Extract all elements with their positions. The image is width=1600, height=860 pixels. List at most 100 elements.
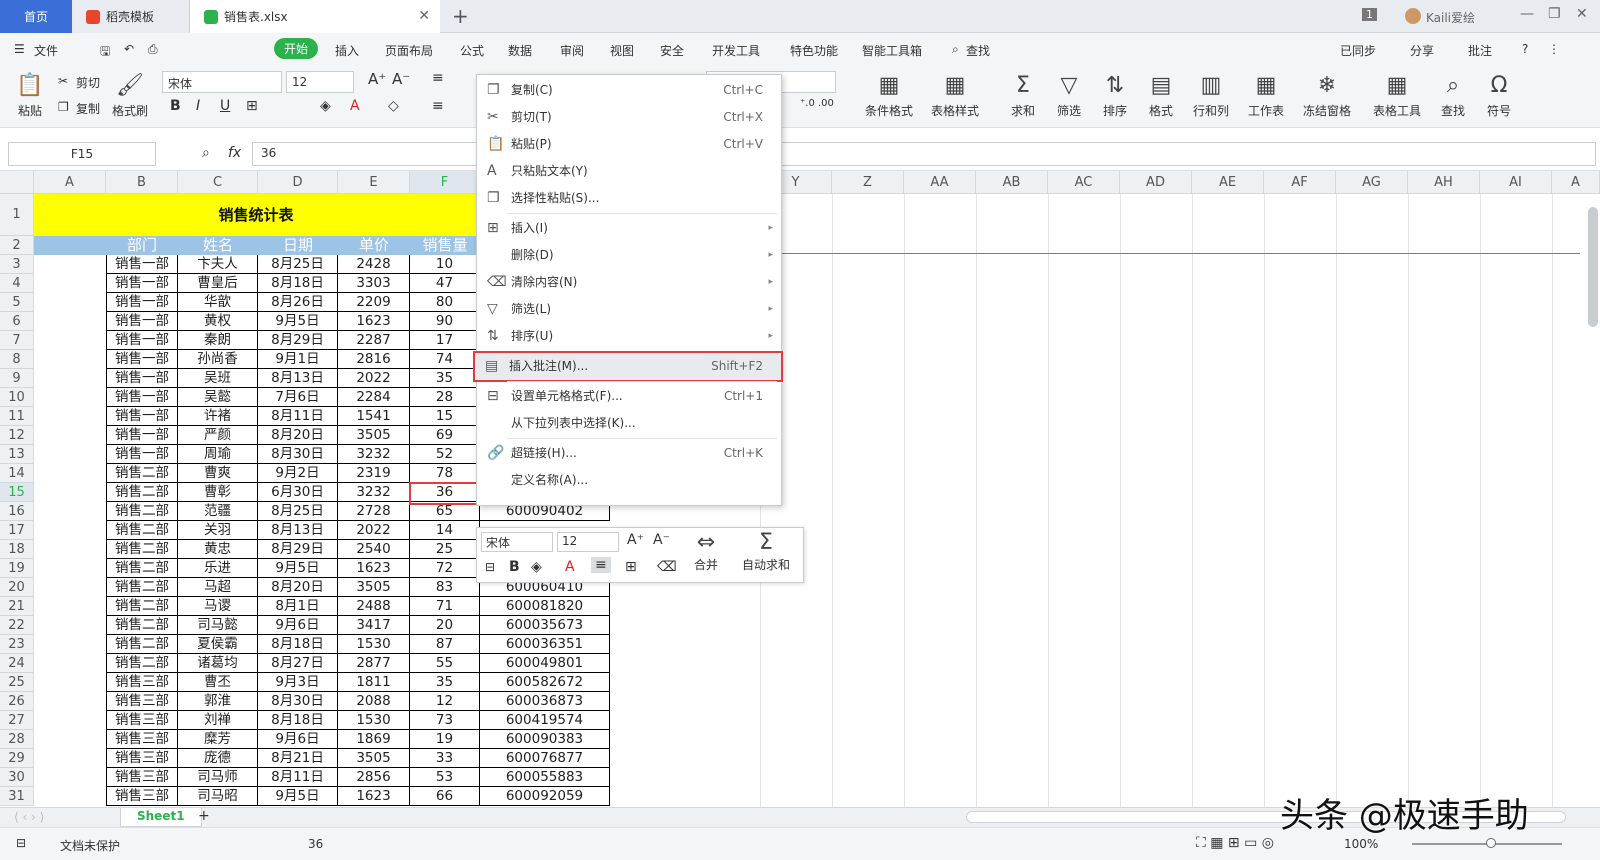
table-cell[interactable]: 严颜 bbox=[178, 426, 258, 445]
table-cell[interactable]: 8月20日 bbox=[258, 426, 338, 445]
menu-sync[interactable]: 已同步 bbox=[1340, 42, 1376, 59]
sheet-nav-icons[interactable]: ⟨ ‹ › ⟩ bbox=[14, 810, 44, 824]
mini-autosum-button[interactable]: Σ 自动求和 bbox=[733, 530, 799, 573]
context-item-0[interactable]: ❐ 复制(C) Ctrl+C bbox=[477, 77, 781, 104]
user-name[interactable]: Kaili爱绘 bbox=[1426, 9, 1475, 26]
mini-decrease-font-icon[interactable]: A⁻ bbox=[653, 532, 670, 548]
table-cell[interactable]: 销售二部 bbox=[106, 483, 178, 502]
table-cell[interactable]: 销售一部 bbox=[106, 369, 178, 388]
table-cell[interactable]: 2209 bbox=[338, 293, 410, 312]
col-header-ai[interactable]: AI bbox=[1480, 171, 1552, 194]
table-cell[interactable]: 销售一部 bbox=[106, 293, 178, 312]
tab-spreadsheet[interactable]: 销售表.xlsx ✕ bbox=[190, 0, 440, 33]
menu-comment[interactable]: 批注 bbox=[1468, 42, 1492, 59]
context-item-4[interactable]: ❐ 选择性粘贴(S)... bbox=[477, 185, 781, 212]
context-item-3[interactable]: A 只粘贴文本(Y) bbox=[477, 158, 781, 185]
zoom-formula-icon[interactable]: ⌕ bbox=[202, 145, 210, 161]
conditional-format-button[interactable]: ▦ 条件格式 bbox=[858, 70, 920, 119]
table-cell[interactable]: 曹爽 bbox=[178, 464, 258, 483]
table-cell[interactable]: 2856 bbox=[338, 768, 410, 787]
table-cell[interactable]: 8月20日 bbox=[258, 578, 338, 597]
table-cell[interactable]: 8月13日 bbox=[258, 521, 338, 540]
table-cell[interactable]: 乐进 bbox=[178, 559, 258, 578]
fx-icon[interactable]: fx bbox=[228, 145, 241, 161]
row-header[interactable]: 13 bbox=[0, 445, 34, 464]
table-cell[interactable]: 2428 bbox=[338, 255, 410, 274]
table-cell[interactable]: 销售二部 bbox=[106, 502, 178, 521]
table-cell[interactable]: 10 bbox=[410, 255, 480, 274]
table-cell[interactable]: 1623 bbox=[338, 787, 410, 806]
row-header[interactable]: 6 bbox=[0, 312, 34, 331]
decimal-icon[interactable]: ⁺.0 .00 bbox=[800, 98, 834, 109]
tab-docer[interactable]: 稻壳模板 bbox=[72, 0, 190, 33]
restore-icon[interactable]: ❐ bbox=[1548, 6, 1561, 22]
table-cell[interactable]: 28 bbox=[410, 388, 480, 407]
menu-security[interactable]: 安全 bbox=[660, 42, 684, 59]
table-cell[interactable]: 周瑜 bbox=[178, 445, 258, 464]
table-cell[interactable]: 吴懿 bbox=[178, 388, 258, 407]
table-cell[interactable]: 司马昭 bbox=[178, 787, 258, 806]
row-header[interactable]: 19 bbox=[0, 559, 34, 578]
row-header[interactable]: 9 bbox=[0, 369, 34, 388]
table-cell[interactable]: 销售二部 bbox=[106, 559, 178, 578]
table-cell[interactable]: 600582672 bbox=[480, 673, 610, 692]
table-cell[interactable]: 8月27日 bbox=[258, 654, 338, 673]
row-header[interactable]: 25 bbox=[0, 673, 34, 692]
fill-color-icon[interactable]: ◈ bbox=[320, 98, 331, 114]
table-cell[interactable]: 3232 bbox=[338, 483, 410, 502]
table-cell[interactable]: 曹丕 bbox=[178, 673, 258, 692]
filter-button[interactable]: ▽ 筛选 bbox=[1046, 70, 1092, 119]
table-cell[interactable]: 9月6日 bbox=[258, 616, 338, 635]
increase-font-icon[interactable]: A⁺ bbox=[368, 70, 386, 88]
context-item-12[interactable]: 从下拉列表中选择(K)... bbox=[477, 410, 781, 437]
col-header-ad[interactable]: AD bbox=[1120, 171, 1192, 194]
context-item-11[interactable]: ⊟ 设置单元格格式(F)... Ctrl+1 bbox=[477, 383, 781, 410]
context-item-9[interactable]: ⇅ 排序(U) ▸ bbox=[477, 323, 781, 350]
menu-share[interactable]: 分享 bbox=[1410, 42, 1434, 59]
col-header-aa[interactable]: AA bbox=[904, 171, 976, 194]
mini-size-select[interactable]: 12 bbox=[557, 532, 619, 552]
context-item-2[interactable]: 📋 粘贴(P) Ctrl+V bbox=[477, 131, 781, 158]
cut-button[interactable]: 剪切 bbox=[76, 74, 100, 91]
table-cell[interactable]: 销售三部 bbox=[106, 673, 178, 692]
column-title[interactable]: 销售量 bbox=[410, 236, 480, 255]
table-cell[interactable]: 8月11日 bbox=[258, 407, 338, 426]
table-cell[interactable]: 2287 bbox=[338, 331, 410, 350]
table-cell[interactable]: 74 bbox=[410, 350, 480, 369]
table-cell[interactable]: 14 bbox=[410, 521, 480, 540]
table-cell[interactable]: 销售二部 bbox=[106, 597, 178, 616]
table-cell[interactable]: 2488 bbox=[338, 597, 410, 616]
table-cell[interactable]: 3232 bbox=[338, 445, 410, 464]
row-header[interactable]: 8 bbox=[0, 350, 34, 369]
table-cell[interactable]: 销售二部 bbox=[106, 635, 178, 654]
table-cell[interactable]: 2540 bbox=[338, 540, 410, 559]
context-item-10[interactable]: ▤ 插入批注(M)... Shift+F2 bbox=[473, 351, 783, 382]
col-header-ag[interactable]: AG bbox=[1336, 171, 1408, 194]
row-header[interactable]: 28 bbox=[0, 730, 34, 749]
format-button[interactable]: ▤ 格式 bbox=[1138, 70, 1184, 119]
align-left-icon[interactable]: ≡ bbox=[432, 98, 444, 114]
table-cell[interactable]: 33 bbox=[410, 749, 480, 768]
table-cell[interactable]: 华歆 bbox=[178, 293, 258, 312]
table-cell[interactable]: 销售一部 bbox=[106, 407, 178, 426]
row-header[interactable]: 30 bbox=[0, 768, 34, 787]
menu-file[interactable]: 文件 bbox=[34, 42, 58, 59]
zoom-slider-thumb[interactable] bbox=[1486, 838, 1496, 848]
menu-insert[interactable]: 插入 bbox=[335, 42, 359, 59]
table-cell[interactable]: 2088 bbox=[338, 692, 410, 711]
row-header[interactable]: 29 bbox=[0, 749, 34, 768]
table-cell[interactable]: 69 bbox=[410, 426, 480, 445]
name-box[interactable]: F15 bbox=[8, 142, 156, 166]
table-cell[interactable]: 关羽 bbox=[178, 521, 258, 540]
format-painter-button[interactable]: 🖌 格式刷 bbox=[104, 70, 156, 119]
mini-align-icon[interactable]: ≡ bbox=[591, 557, 611, 573]
column-title[interactable]: 单价 bbox=[338, 236, 410, 255]
view-icons[interactable]: ⛶ ▦ ⊞ ▭ ◎ bbox=[1196, 835, 1274, 851]
menu-smart-toolbox[interactable]: 智能工具箱 bbox=[862, 42, 922, 59]
row-header[interactable]: 3 bbox=[0, 255, 34, 274]
table-cell[interactable]: 8月30日 bbox=[258, 445, 338, 464]
row-header[interactable]: 7 bbox=[0, 331, 34, 350]
table-cell[interactable]: 销售三部 bbox=[106, 768, 178, 787]
add-sheet-icon[interactable]: + bbox=[198, 808, 210, 824]
row-header[interactable]: 24 bbox=[0, 654, 34, 673]
